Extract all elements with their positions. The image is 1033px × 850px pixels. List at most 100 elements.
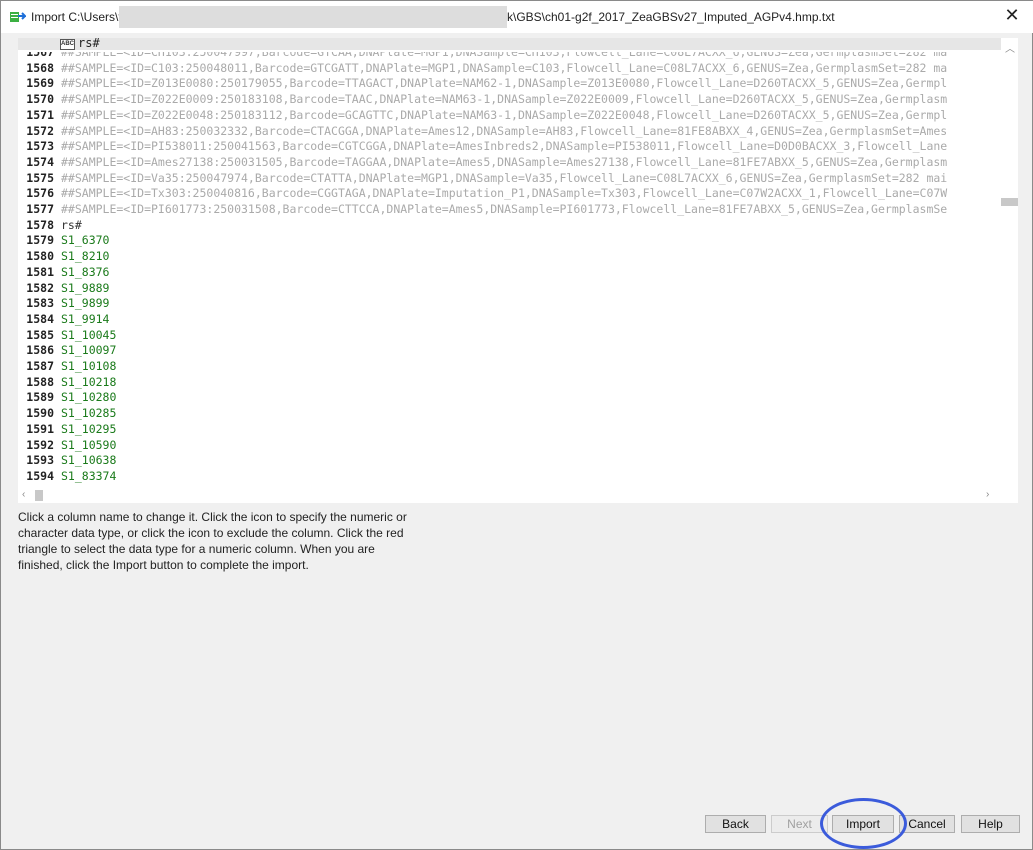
cell-value: S1_8210 (61, 249, 110, 264)
table-row: 1573 ##SAMPLE=<ID=PI538011:250041563,Barc… (18, 139, 1001, 155)
row-number: 1584 (26, 311, 54, 326)
table-row: 1587 S1_10108 (18, 359, 1001, 375)
cell-value: S1_83379 (61, 485, 116, 486)
next-button[interactable]: Next (771, 815, 828, 833)
column-name[interactable]: rs# (78, 38, 100, 50)
cell-value: ##SAMPLE=<ID=Tx303:250040816,Barcode=CGG… (61, 186, 948, 201)
cell-value: S1_10295 (61, 421, 117, 436)
row-number: 1579 (26, 233, 54, 248)
row-number: 1576 (26, 186, 54, 201)
data-preview-grid: ABC rs# 1567 ##SAMPLE=<ID=CH103:250047997… (18, 38, 1018, 503)
window-title-file: k\GBS\ch01-g2f_2017_ZeaGBSv27_Imputed_AG… (507, 10, 835, 24)
table-row: 1567 ##SAMPLE=<ID=CH103:250047997,Barcode… (18, 52, 1001, 61)
table-row: 1576 ##SAMPLE=<ID=Tx303:250040816,Barcode… (18, 186, 1001, 202)
grid-rows: 1567 ##SAMPLE=<ID=CH103:250047997,Barcode… (18, 52, 1001, 486)
row-number: 1581 (26, 264, 54, 279)
cell-value: S1_10097 (61, 343, 117, 358)
row-number: 1569 (26, 76, 54, 91)
row-number: 1568 (26, 60, 54, 75)
cell-value: ##SAMPLE=<ID=AH83:250032332,Barcode=CTAC… (61, 123, 948, 138)
row-number: 1571 (26, 107, 54, 122)
cell-value: ##SAMPLE=<ID=Z022E0009:250183108,Barcode… (61, 92, 948, 107)
row-number: 1591 (26, 421, 54, 436)
cell-value: ##SAMPLE=<ID=Z013E0080:250179055,Barcode… (61, 76, 948, 91)
table-row: 1568 ##SAMPLE=<ID=C103:250048011,Barcode=… (18, 61, 1001, 77)
table-row: 1594 S1_83374 (18, 469, 1001, 485)
table-row: 1570 ##SAMPLE=<ID=Z022E0009:250183108,Bar… (18, 92, 1001, 108)
cell-value: ##SAMPLE=<ID=Va35:250047974,Barcode=CTAT… (61, 170, 948, 185)
cell-value: S1_10285 (61, 406, 117, 421)
table-row: 1581 S1_8376 (18, 265, 1001, 281)
table-row: 1585 S1_10045 (18, 328, 1001, 344)
cell-value: S1_10590 (61, 437, 117, 452)
window-title: Import C:\Users\t (31, 10, 122, 24)
redacted-path (119, 6, 507, 28)
cell-value: ##SAMPLE=<ID=PI601773:250031508,Barcode=… (61, 202, 948, 216)
table-row: 1591 S1_10295 (18, 422, 1001, 438)
table-row: 1586 S1_10097 (18, 343, 1001, 359)
cell-value: rs# (61, 217, 82, 232)
table-row: 1593 S1_10638 (18, 453, 1001, 469)
row-number: 1567 (26, 52, 54, 59)
back-button[interactable]: Back (705, 815, 766, 833)
table-row: 1577 ##SAMPLE=<ID=PI601773:250031508,Barc… (18, 202, 1001, 218)
row-number: 1585 (26, 327, 54, 342)
row-number: 1582 (26, 280, 54, 295)
vertical-scroll-thumb[interactable] (1001, 198, 1018, 206)
table-row: 1583 S1_9899 (18, 296, 1001, 312)
instructions-text: Click a column name to change it. Click … (18, 510, 407, 572)
cell-value: ##SAMPLE=<ID=Z022E0048:250183112,Barcode… (61, 107, 948, 122)
help-button[interactable]: Help (961, 815, 1020, 833)
row-number: 1574 (26, 154, 54, 169)
row-number: 1592 (26, 437, 54, 452)
row-number: 1595 (18, 485, 54, 486)
table-row: 1584 S1_9914 (18, 312, 1001, 328)
row-number: 1587 (26, 359, 54, 373)
import-button[interactable]: Import (832, 815, 894, 833)
cell-value: S1_10045 (61, 327, 117, 342)
table-row: 1582 S1_9889 (18, 281, 1001, 297)
row-number: 1594 (26, 468, 54, 483)
title-bar: Import C:\Users\t k\GBS\ch01-g2f_2017_Ze… (1, 1, 1033, 33)
close-button[interactable]: ✕ (1000, 5, 1024, 26)
table-row: 1572 ##SAMPLE=<ID=AH83:250032332,Barcode=… (18, 124, 1001, 140)
row-number: 1589 (26, 390, 54, 405)
horizontal-scroll-thumb[interactable] (35, 490, 43, 501)
cell-value: S1_83374 (61, 468, 117, 483)
cell-value: S1_10280 (61, 390, 117, 405)
row-number: 1588 (26, 374, 54, 389)
cell-value: ##SAMPLE=<ID=Ames27138:250031505,Barcode… (61, 154, 948, 169)
table-row: 1578 rs# (18, 218, 1001, 234)
row-number: 1583 (26, 296, 54, 311)
table-row: 1592 S1_10590 (18, 438, 1001, 454)
cell-value: S1_10638 (61, 453, 117, 468)
cell-value: ##SAMPLE=<ID=CH103:250047997,Barcode=GTC… (61, 52, 948, 59)
cell-value: S1_10218 (61, 374, 117, 389)
cell-value: S1_9899 (61, 296, 110, 311)
scroll-up-icon[interactable]: ︿ (1005, 40, 1015, 55)
row-number: 1580 (26, 249, 54, 264)
cell-value: S1_8376 (61, 264, 110, 279)
table-row: 1571 ##SAMPLE=<ID=Z022E0048:250183112,Bar… (18, 108, 1001, 124)
row-number: 1577 (26, 202, 54, 216)
row-number: 1578 (26, 217, 54, 232)
row-number: 1572 (26, 123, 54, 138)
row-number: 1590 (26, 406, 54, 421)
table-row: 1574 ##SAMPLE=<ID=Ames27138:250031505,Bar… (18, 155, 1001, 171)
table-row: 1588 S1_10218 (18, 375, 1001, 391)
scroll-left-icon[interactable]: ‹ (22, 489, 25, 500)
cancel-button[interactable]: Cancel (899, 815, 955, 833)
character-type-icon[interactable]: ABC (60, 39, 75, 50)
import-app-icon (10, 12, 26, 22)
cell-value: ##SAMPLE=<ID=PI538011:250041563,Barcode=… (61, 139, 948, 154)
column-header[interactable]: ABC rs# (18, 38, 1001, 50)
table-row: 1569 ##SAMPLE=<ID=Z013E0080:250179055,Bar… (18, 76, 1001, 92)
vertical-scrollbar[interactable]: ︿ (1001, 38, 1018, 487)
table-row: 1575 ##SAMPLE=<ID=Va35:250047974,Barcode=… (18, 171, 1001, 187)
cell-value: ##SAMPLE=<ID=C103:250048011,Barcode=GTCG… (61, 60, 948, 75)
scroll-right-icon[interactable]: › (986, 489, 989, 500)
horizontal-scrollbar[interactable]: ‹ › (18, 487, 1001, 503)
row-number: 1575 (26, 170, 54, 185)
cell-value: S1_6370 (61, 233, 110, 248)
cell-value: S1_9914 (61, 311, 110, 326)
